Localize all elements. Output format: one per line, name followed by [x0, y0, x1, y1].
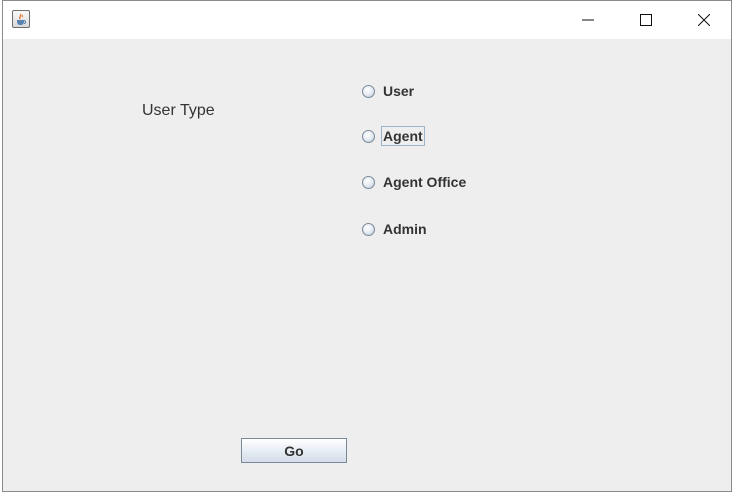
user-type-label: User Type — [142, 102, 215, 119]
form-panel: User Type User Agent Agent Office Admin … — [3, 39, 731, 491]
radio-agent-office[interactable]: Agent Office — [362, 171, 468, 193]
radio-agent[interactable]: Agent — [362, 125, 425, 147]
minimize-icon — [582, 19, 594, 21]
radio-button-icon[interactable] — [362, 129, 375, 143]
go-button[interactable]: Go — [241, 438, 347, 463]
app-window: User Type User Agent Agent Office Admin … — [2, 0, 732, 492]
radio-label-agent-office[interactable]: Agent Office — [381, 172, 468, 192]
maximize-button[interactable] — [617, 1, 675, 39]
maximize-icon — [640, 14, 652, 26]
close-icon — [698, 14, 710, 26]
minimize-button[interactable] — [559, 1, 617, 39]
java-cup-icon[interactable] — [12, 10, 30, 28]
radio-user[interactable]: User — [362, 80, 416, 102]
title-bar[interactable] — [3, 1, 731, 39]
radio-label-admin[interactable]: Admin — [381, 219, 429, 239]
radio-admin[interactable]: Admin — [362, 218, 429, 240]
radio-button-icon[interactable] — [362, 175, 375, 189]
radio-button-icon[interactable] — [362, 84, 375, 98]
radio-button-icon[interactable] — [362, 222, 375, 236]
radio-label-user[interactable]: User — [381, 81, 416, 101]
close-button[interactable] — [675, 1, 731, 39]
radio-label-agent[interactable]: Agent — [381, 126, 425, 146]
